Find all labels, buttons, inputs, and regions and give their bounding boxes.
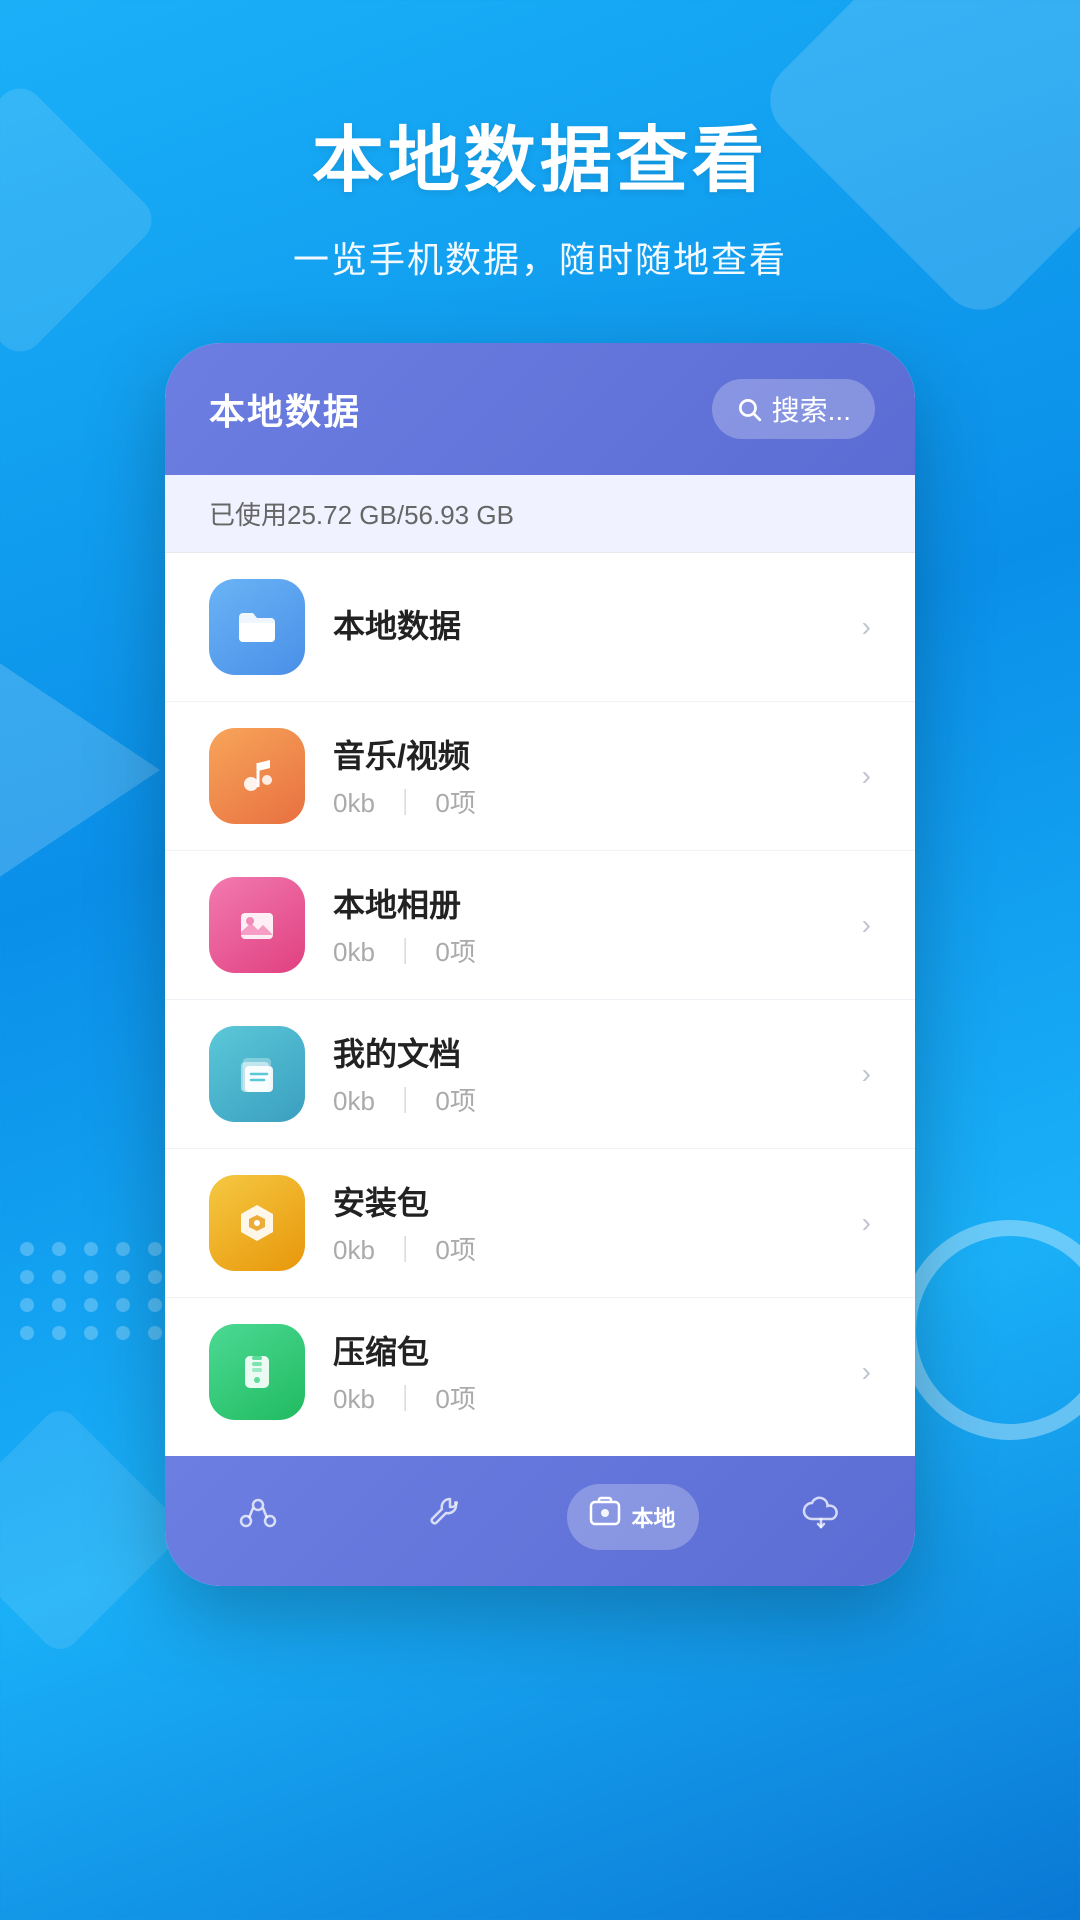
chevron-docs: › [862,1058,871,1090]
item-name-music-video: 音乐/视频 [333,731,834,777]
icon-folder [209,579,305,675]
hero-subtitle: 一览手机数据，随时随地查看 [0,231,1080,283]
item-text-zip: 压缩包 0kb ｜ 0项 [333,1327,834,1416]
chevron-local-data: › [862,611,871,643]
hero-title: 本地数据查看 [0,120,1080,203]
item-meta-apk: 0kb ｜ 0项 [333,1230,834,1267]
phone-mockup: 本地数据 搜索... 已使用25.72 GB/56.93 GB 本地数据 [165,343,915,1586]
meta-count-music: 0项 [435,788,475,818]
meta-size-apk: 0kb [333,1235,375,1265]
chevron-apk: › [862,1207,871,1239]
item-meta-zip: 0kb ｜ 0项 [333,1379,834,1416]
nav-item-tools[interactable] [380,1491,510,1543]
app-title: 本地数据 [209,383,361,435]
meta-count-apk: 0项 [435,1235,475,1265]
item-name-album: 本地相册 [333,880,834,926]
item-meta-album: 0kb ｜ 0项 [333,932,834,969]
item-text-docs: 我的文档 0kb ｜ 0项 [333,1029,834,1118]
search-icon [736,396,762,422]
search-button[interactable]: 搜索... [712,379,875,439]
storage-text: 已使用25.72 GB/56.93 GB [209,500,514,530]
meta-size-album: 0kb [333,937,375,967]
chevron-zip: › [862,1356,871,1388]
item-meta-music-video: 0kb ｜ 0项 [333,783,834,820]
list-item-album[interactable]: 本地相册 0kb ｜ 0项 › [165,851,915,1000]
list-item-music-video[interactable]: 音乐/视频 0kb ｜ 0项 › [165,702,915,851]
meta-count-zip: 0项 [435,1384,475,1414]
list-item-zip[interactable]: 压缩包 0kb ｜ 0项 › [165,1298,915,1446]
local-icon [587,1494,623,1540]
nav-item-cloud[interactable] [756,1491,886,1543]
meta-size-zip: 0kb [333,1384,375,1414]
search-label: 搜索... [772,389,851,429]
item-name-docs: 我的文档 [333,1029,834,1075]
item-text-apk: 安装包 0kb ｜ 0项 [333,1178,834,1267]
share-icon [237,1491,279,1543]
icon-zip [209,1324,305,1420]
icon-apk [209,1175,305,1271]
hero-header: 本地数据查看 一览手机数据，随时随地查看 [0,0,1080,343]
nav-item-local[interactable]: 本地 [567,1484,699,1550]
bg-decoration-wave [0,1403,187,1658]
meta-size-music: 0kb [333,788,375,818]
meta-count-album: 0项 [435,937,475,967]
list-item-local-data[interactable]: 本地数据 › [165,553,915,702]
app-topbar: 本地数据 搜索... [165,343,915,475]
storage-info-bar: 已使用25.72 GB/56.93 GB [165,475,915,553]
item-name-local-data: 本地数据 [333,601,834,647]
item-text-album: 本地相册 0kb ｜ 0项 [333,880,834,969]
icon-docs [209,1026,305,1122]
icon-music-video [209,728,305,824]
bottom-nav: 本地 [165,1456,915,1586]
item-text-music-video: 音乐/视频 0kb ｜ 0项 [333,731,834,820]
item-name-apk: 安装包 [333,1178,834,1224]
item-meta-docs: 0kb ｜ 0项 [333,1081,834,1118]
list-item-apk[interactable]: 安装包 0kb ｜ 0项 › [165,1149,915,1298]
nav-item-share[interactable] [193,1491,323,1543]
item-name-zip: 压缩包 [333,1327,834,1373]
icon-album [209,877,305,973]
file-list: 本地数据 › 音乐/视频 0kb ｜ 0项 [165,553,915,1456]
tools-icon [424,1491,466,1543]
list-item-docs[interactable]: 我的文档 0kb ｜ 0项 › [165,1000,915,1149]
cloud-icon [800,1491,842,1543]
local-nav-label: 本地 [631,1501,675,1533]
meta-count-docs: 0项 [435,1086,475,1116]
chevron-music: › [862,760,871,792]
meta-size-docs: 0kb [333,1086,375,1116]
chevron-album: › [862,909,871,941]
bg-decoration-triangle [0,650,160,890]
local-active-pill: 本地 [567,1484,699,1550]
item-text-local-data: 本地数据 [333,601,834,653]
bg-decoration-circle [900,1220,1080,1440]
